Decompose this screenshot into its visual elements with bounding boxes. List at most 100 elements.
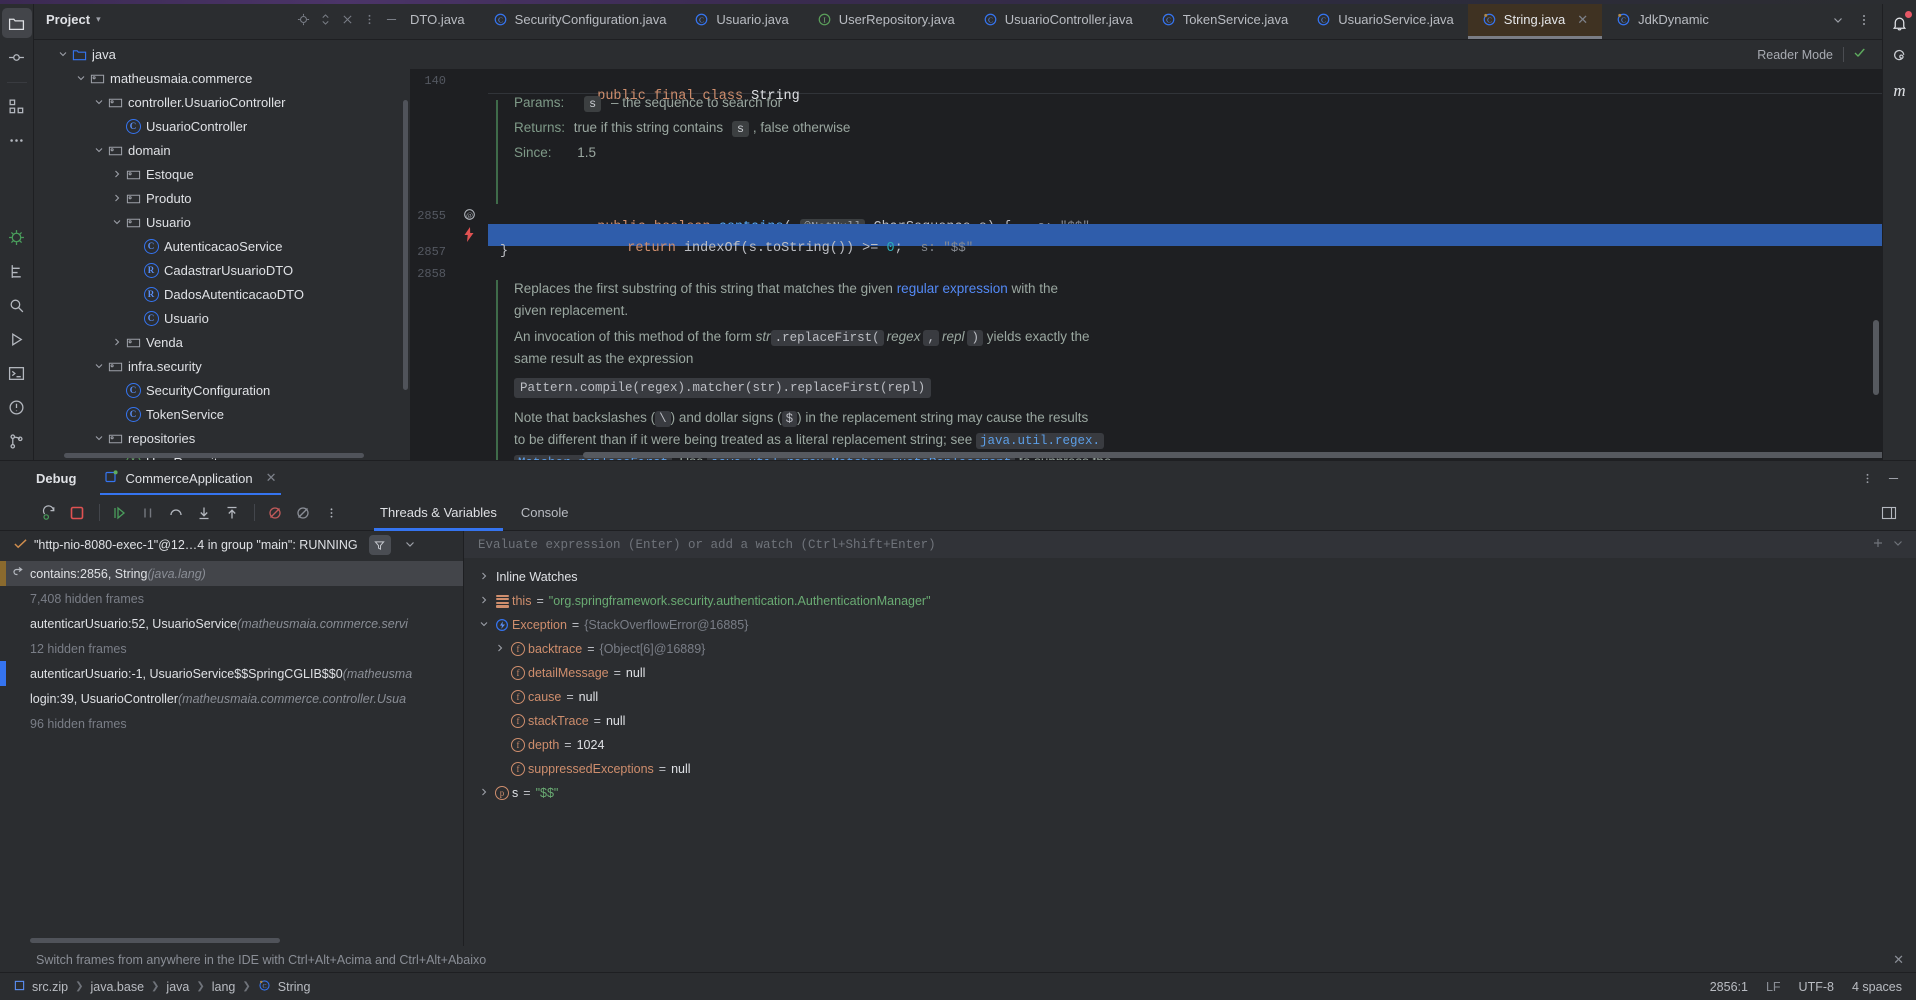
add-watch-icon[interactable] [1868, 537, 1888, 552]
stop-icon[interactable] [64, 500, 90, 526]
editor-tab-tokenservice-java[interactable]: C TokenService.java [1147, 0, 1303, 39]
editor-tab-securityconfiguration-java[interactable]: C SecurityConfiguration.java [479, 0, 681, 39]
variable-row[interactable]: f stackTrace = null [464, 709, 1916, 733]
chevron-down-icon[interactable] [110, 217, 124, 227]
hide-icon[interactable] [380, 9, 402, 31]
chevron-down-icon[interactable] [92, 361, 106, 371]
history-chevron-icon[interactable] [1888, 537, 1908, 552]
breadcrumb-item[interactable]: java [166, 980, 189, 994]
tree-node-venda[interactable]: Venda [34, 330, 410, 354]
variable-row[interactable]: f cause = null [464, 685, 1916, 709]
variable-row[interactable]: f depth = 1024 [464, 733, 1916, 757]
variable-row[interactable]: f backtrace = {Object[6]@16889} [464, 637, 1916, 661]
tree-node-repositories[interactable]: repositories [34, 426, 410, 450]
variable-row[interactable]: this = "org.springframework.security.authe… [464, 589, 1916, 613]
editor-tabbar[interactable]: DTO.java C SecurityConfiguration.java C Usua… [410, 0, 1882, 40]
target-icon[interactable] [292, 9, 314, 31]
stack-frame-row[interactable]: autenticarUsuario:52, UsuarioService (ma… [0, 611, 463, 636]
breadcrumb-item[interactable]: src.zip [32, 980, 68, 994]
stack-frame-row[interactable]: 12 hidden frames [0, 636, 463, 661]
variable-row[interactable]: p s = "$$" [464, 781, 1916, 805]
tree-node-securityconfiguration[interactable]: C SecurityConfiguration [34, 378, 410, 402]
structure-icon[interactable] [2, 91, 32, 121]
chevron-down-icon[interactable] [74, 73, 88, 83]
close-icon[interactable]: ✕ [1577, 12, 1588, 28]
chevron-right-icon[interactable] [476, 595, 492, 607]
debug-subtab-threads-variables[interactable]: Threads & Variables [368, 495, 509, 531]
editor-tab-userrepository-java[interactable]: I UserRepository.java [803, 0, 969, 39]
tree-node-estoque[interactable]: Estoque [34, 162, 410, 186]
more-vertical-icon[interactable] [1856, 467, 1878, 489]
chevron-down-icon[interactable] [1826, 6, 1850, 34]
resume-program-icon[interactable] [107, 500, 133, 526]
step-over-icon[interactable] [163, 500, 189, 526]
tree-node-dadosautenticacaodto[interactable]: R DadosAutenticacaoDTO [34, 282, 410, 306]
tree-node-usuario[interactable]: C Usuario [34, 306, 410, 330]
tree-node-tokenservice[interactable]: C TokenService [34, 402, 410, 426]
editor-tab-string-java[interactable]: C String.java ✕ [1467, 0, 1603, 39]
chevron-down-icon[interactable] [92, 97, 106, 107]
caret-position[interactable]: 2856:1 [1710, 980, 1748, 994]
stack-frame-row[interactable]: 96 hidden frames [0, 711, 463, 736]
variable-row[interactable]: Inline Watches [464, 565, 1916, 589]
editor-tab-usuariocontroller-java[interactable]: C UsuarioController.java [969, 0, 1147, 39]
step-into-icon[interactable] [191, 500, 217, 526]
chevron-right-icon[interactable] [110, 337, 124, 347]
chevron-down-icon[interactable] [92, 433, 106, 443]
chevron-down-icon[interactable] [92, 145, 106, 155]
editor-gutter[interactable]: 140 2855 @ 2857 2858 [410, 70, 488, 460]
variable-row[interactable]: Exception = {StackOverflowError@16885} [464, 613, 1916, 637]
editor-tab-dto-java[interactable]: DTO.java [410, 0, 479, 39]
thread-selector[interactable]: "http-nio-8080-exec-1"@12…4 in group "ma… [0, 531, 463, 559]
stack-frame-row[interactable]: contains:2856, String (java.lang) [0, 561, 463, 586]
frames-horizontal-scrollbar[interactable] [30, 938, 280, 943]
layout-settings-icon[interactable] [1876, 500, 1902, 526]
tree-node-controller-usuariocontroller[interactable]: controller.UsuarioController [34, 90, 410, 114]
annotation-gutter-icon[interactable]: @ [463, 208, 476, 225]
variables-list[interactable]: Inline Watches this = "org.springframework.… [464, 559, 1916, 946]
chevron-down-icon[interactable] [56, 49, 70, 59]
chevron-right-icon[interactable] [476, 787, 492, 799]
variable-row[interactable]: f detailMessage = null [464, 661, 1916, 685]
step-out-icon[interactable] [219, 500, 245, 526]
chevron-down-icon[interactable]: ▾ [96, 14, 101, 25]
breakpoint-icon[interactable] [462, 227, 476, 246]
pause-program-icon[interactable] [135, 500, 161, 526]
chevron-right-icon[interactable] [492, 643, 508, 655]
tree-node-matheusmaia-commerce[interactable]: matheusmaia.commerce [34, 66, 410, 90]
expand-collapse-icon[interactable] [314, 9, 336, 31]
problems-icon[interactable] [2, 392, 32, 422]
code-area[interactable]: public final class String Params: s – th… [488, 70, 1882, 460]
close-icon[interactable]: ✕ [266, 470, 277, 486]
stack-frame-row[interactable]: login:39, UsuarioController (matheusmaia… [0, 686, 463, 711]
project-folder-icon[interactable] [1, 8, 32, 38]
breadcrumb-item[interactable]: java.base [91, 980, 145, 994]
more-options-icon[interactable] [1852, 6, 1876, 34]
minimize-icon[interactable] [1882, 467, 1904, 489]
chevron-down-icon[interactable] [476, 619, 492, 631]
editor-tab-usuario-java[interactable]: C Usuario.java [680, 0, 802, 39]
view-breakpoints-icon[interactable] [290, 500, 316, 526]
tree-node-autenticacaoservice[interactable]: C AutenticacaoService [34, 234, 410, 258]
commit-icon[interactable] [2, 42, 32, 72]
file-encoding[interactable]: UTF-8 [1799, 980, 1834, 994]
find-icon[interactable] [2, 290, 32, 320]
tree-vertical-scrollbar[interactable] [403, 100, 408, 390]
close-all-icon[interactable] [336, 9, 358, 31]
structure-tool-icon[interactable] [2, 256, 32, 286]
debug-session-icon[interactable] [2, 222, 32, 252]
maven-icon[interactable]: m [1885, 76, 1915, 106]
jd-p1-link[interactable]: regular expression [897, 281, 1008, 296]
chevron-right-icon[interactable] [110, 169, 124, 179]
run-icon[interactable] [2, 324, 32, 354]
editor-tab-usuarioservice-java[interactable]: C UsuarioService.java [1302, 0, 1468, 39]
more-icon[interactable] [2, 125, 32, 155]
chevron-down-icon[interactable] [404, 538, 416, 552]
indent-setting[interactable]: 4 spaces [1852, 980, 1902, 994]
code-editor[interactable]: 140 2855 @ 2857 2858 public final class … [410, 70, 1882, 460]
mute-breakpoints-icon[interactable] [262, 500, 288, 526]
tree-node-usuario[interactable]: Usuario [34, 210, 410, 234]
rerun-debug-icon[interactable] [36, 500, 62, 526]
stack-frame-row[interactable]: autenticarUsuario:-1, UsuarioService$$Sp… [0, 661, 463, 686]
terminal-icon[interactable] [2, 358, 32, 388]
